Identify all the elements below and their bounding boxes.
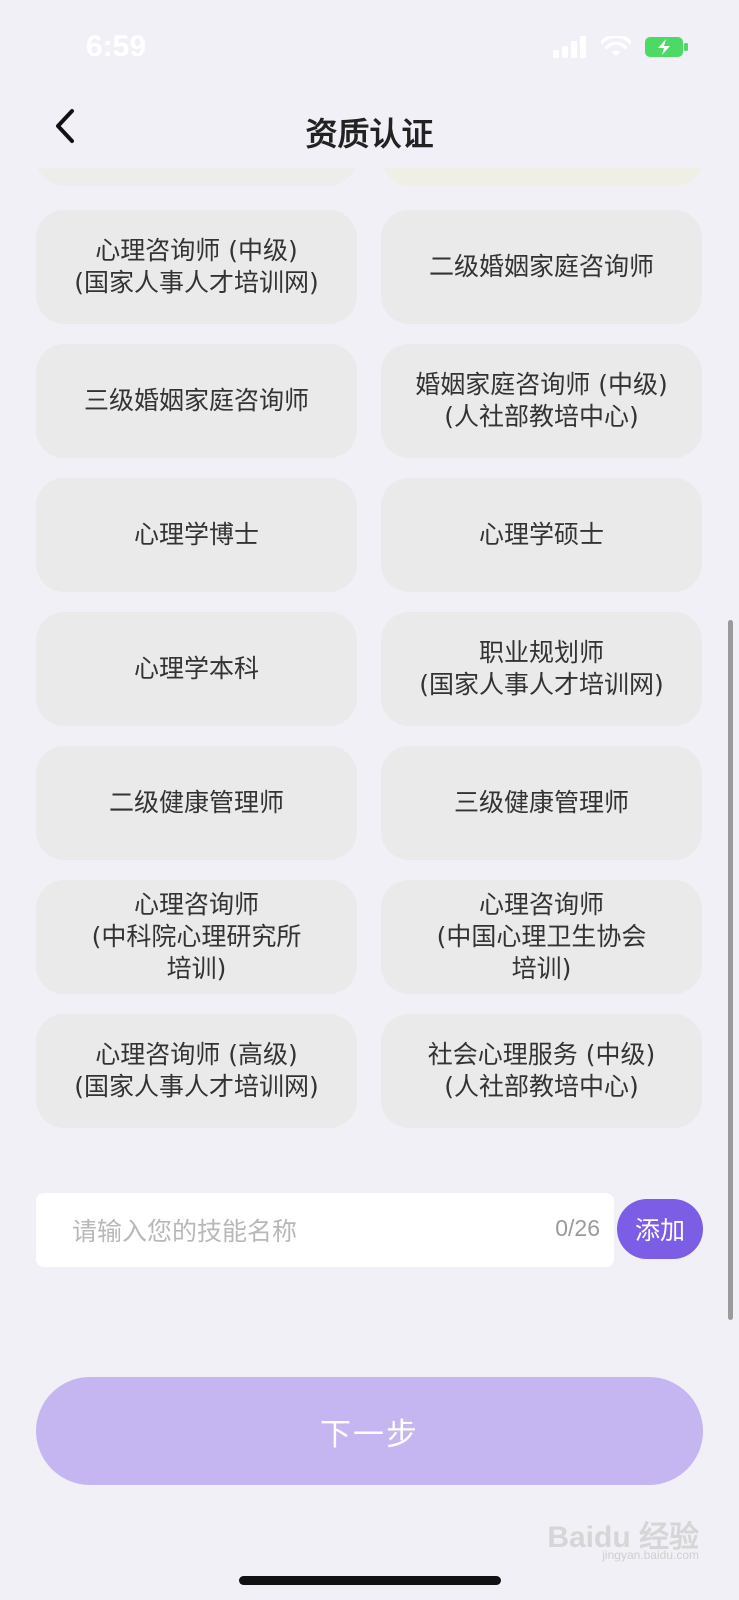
qualification-card-partial[interactable] <box>36 168 357 186</box>
character-counter: 0/26 <box>555 1215 600 1241</box>
qualification-card[interactable]: 三级婚姻家庭咨询师 <box>36 344 357 458</box>
battery-charging-icon <box>645 36 689 62</box>
qualification-grid: 心理咨询师 (中级) (国家人事人才培训网) 二级婚姻家庭咨询师 三级婚姻家庭咨… <box>36 210 703 1128</box>
qualification-card[interactable]: 职业规划师 (国家人事人才培训网) <box>381 612 702 726</box>
qualification-list[interactable]: 心理咨询师 (中级) (国家人事人才培训网) 二级婚姻家庭咨询师 三级婚姻家庭咨… <box>0 168 739 1138</box>
qualification-card[interactable]: 婚姻家庭咨询师 (中级) (人社部教培中心) <box>381 344 702 458</box>
qualification-card[interactable]: 心理咨询师 (中科院心理研究所 培训) <box>36 880 357 994</box>
watermark-url: jingyan.baidu.com <box>602 1548 699 1562</box>
status-bar: 6:59 <box>0 0 739 100</box>
partial-card-row <box>36 168 703 186</box>
nav-bar: 资质认证 <box>0 95 739 167</box>
skill-input-box: 0/26 <box>36 1193 614 1269</box>
qualification-card-partial[interactable] <box>382 168 703 186</box>
skill-name-input[interactable] <box>70 1193 494 1269</box>
qualification-card[interactable]: 心理学本科 <box>36 612 357 726</box>
wifi-icon <box>600 34 632 62</box>
status-time: 6:59 <box>86 30 147 63</box>
qualification-card[interactable]: 社会心理服务 (中级) (人社部教培中心) <box>381 1014 702 1128</box>
qualification-card[interactable]: 二级健康管理师 <box>36 746 357 860</box>
qualification-card[interactable]: 心理咨询师 (中国心理卫生协会 培训) <box>381 880 702 994</box>
status-icons <box>553 34 689 62</box>
qualification-card[interactable]: 心理学硕士 <box>381 478 702 592</box>
home-indicator[interactable] <box>239 1576 501 1585</box>
next-step-button[interactable]: 下一步 <box>36 1377 703 1485</box>
page-title: 资质认证 <box>305 115 434 153</box>
add-button[interactable]: 添加 <box>617 1199 703 1259</box>
qualification-card[interactable]: 三级健康管理师 <box>381 746 702 860</box>
scrollbar[interactable] <box>728 620 733 1320</box>
qualification-card[interactable]: 心理咨询师 (中级) (国家人事人才培训网) <box>36 210 357 324</box>
qualification-card[interactable]: 心理咨询师 (高级) (国家人事人才培训网) <box>36 1014 357 1128</box>
qualification-card[interactable]: 心理学博士 <box>36 478 357 592</box>
qualification-card[interactable]: 二级婚姻家庭咨询师 <box>381 210 702 324</box>
signal-icon <box>553 36 587 62</box>
